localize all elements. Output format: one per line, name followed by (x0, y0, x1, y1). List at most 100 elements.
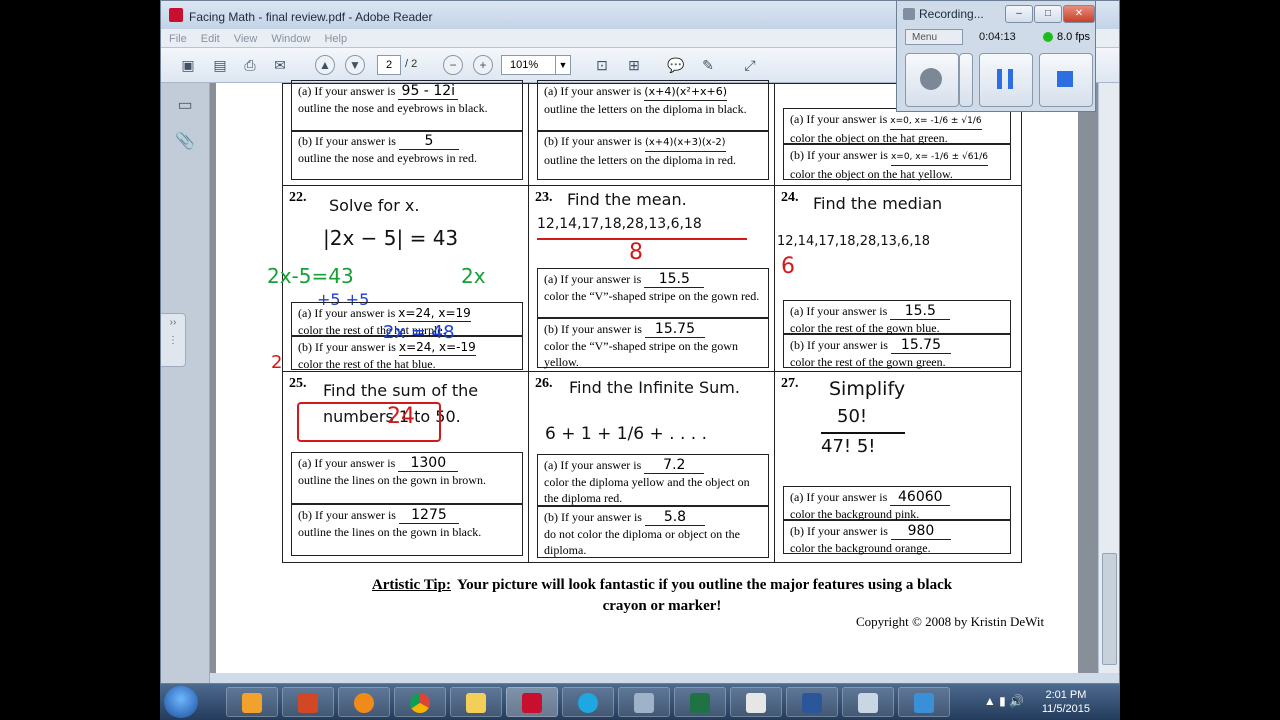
taskbar-powerpoint[interactable] (282, 687, 334, 717)
fit-width-icon[interactable]: ⊞ (623, 54, 645, 76)
menu-window[interactable]: Window (263, 31, 316, 45)
cell-26: 26. Find the Infinite Sum. 6 + 1 + 1/6 +… (529, 372, 775, 562)
cell-24: 24. Find the median 12,14,17,18,28,13,6,… (775, 186, 1021, 372)
page-number-input[interactable]: 2 (377, 55, 401, 75)
pdf-page: (a) If your answer is 95 - 12i outline th… (216, 80, 1078, 673)
option-a: (a) If your answer is x=0, x= -1/6 ± √1/… (783, 108, 1011, 145)
chevron-down-icon[interactable]: ▼ (555, 56, 570, 74)
option-desc: color the rest of the hat blue. (298, 357, 436, 371)
option-b: (b) If your answer is 15.75 color the res… (783, 334, 1011, 369)
taskbar-adobe-reader[interactable] (506, 687, 558, 717)
problem-number: 26. (535, 376, 553, 391)
media-player-icon (354, 693, 374, 713)
document-area: (a) If your answer is 95 - 12i outline th… (210, 80, 1100, 673)
artistic-tip: Artistic Tip: Your picture will look fant… (362, 575, 962, 617)
sign-icon[interactable]: ✎ (697, 54, 719, 76)
taskbar-snipping[interactable] (618, 687, 670, 717)
pause-icon (997, 69, 1013, 89)
taskbar-calculator[interactable] (842, 687, 894, 717)
option-desc: color the background pink. (790, 507, 920, 521)
next-page-button[interactable]: ▼ (345, 55, 365, 75)
minimize-button[interactable]: – (1005, 5, 1033, 23)
record-options-dropdown[interactable] (959, 53, 973, 107)
excel-icon (690, 693, 710, 713)
start-button[interactable] (164, 686, 198, 718)
taskbar-explorer[interactable] (450, 687, 502, 717)
vertical-scrollbar[interactable] (1098, 83, 1119, 673)
number-list: 12,14,17,18,28,13,6,18 (777, 234, 930, 249)
system-tray[interactable]: ▲ ▮ 🔊 (984, 694, 1024, 708)
answer-value: 5.8 (644, 509, 705, 526)
scrollbar-thumb[interactable] (1102, 553, 1117, 665)
number-list: 12,14,17,18,28,13,6,18 (537, 216, 702, 232)
pause-button[interactable] (979, 53, 1033, 107)
adobe-reader-icon (169, 8, 183, 22)
word-icon (802, 693, 822, 713)
problem-number: 22. (289, 190, 307, 205)
taskbar-recorder[interactable] (730, 687, 782, 717)
zoom-out-button[interactable]: − (443, 55, 463, 75)
option-desc: color the object on the hat green. (790, 131, 948, 145)
record-button[interactable] (905, 53, 959, 107)
taskbar-excel[interactable] (674, 687, 726, 717)
option-text: (a) If your answer is (298, 84, 396, 98)
option-text: (b) If your answer is (790, 338, 888, 352)
taskbar-word[interactable] (786, 687, 838, 717)
option-desc: color the rest of the gown green. (790, 355, 946, 369)
stop-button[interactable] (1039, 53, 1093, 107)
problem-number: 24. (781, 190, 799, 205)
taskbar-notes[interactable] (898, 687, 950, 717)
close-button[interactable]: ✕ (1063, 5, 1095, 23)
print-icon[interactable]: ⎙ (239, 54, 261, 76)
blue-annotation: 2x = 48 (383, 322, 455, 343)
zoom-select[interactable]: 101% ▼ (501, 55, 571, 75)
menu-edit[interactable]: Edit (193, 31, 226, 45)
clock-date: 11/5/2015 (1041, 703, 1090, 715)
menu-file[interactable]: File (161, 31, 193, 45)
option-b: (b) If your answer is 5.8 do not color th… (537, 506, 769, 558)
powerpoint-icon (298, 693, 318, 713)
pages-icon[interactable]: ▭ (175, 95, 195, 115)
previous-page-button[interactable]: ▲ (315, 55, 335, 75)
option-desc: color the rest of the gown blue. (790, 321, 940, 335)
option-desc: outline the lines on the gown in black. (298, 525, 482, 539)
recording-time: 0:04:13 (979, 31, 1016, 43)
create-pdf-icon[interactable]: ▣ (177, 54, 199, 76)
problem-number: 25. (289, 376, 307, 391)
maximize-button[interactable]: □ (1034, 5, 1062, 23)
stop-icon (1057, 71, 1073, 87)
option-b: (b) If your answer is (x+4)(x+3)(x-2) out… (537, 130, 769, 180)
fit-page-icon[interactable]: ⊡ (591, 54, 613, 76)
comment-icon[interactable]: 💬 (665, 54, 687, 76)
answer-value: 7.2 (644, 457, 705, 474)
option-text: (b) If your answer is (544, 134, 642, 148)
taskbar-outlook[interactable] (226, 687, 278, 717)
navigation-sidebar: ▭ 📎 ›› ⋮ (161, 83, 210, 683)
menu-view[interactable]: View (226, 31, 264, 45)
taskbar-internet-explorer[interactable] (562, 687, 614, 717)
fps-value: 8.0 fps (1057, 31, 1091, 43)
attachment-icon[interactable]: 📎 (175, 131, 195, 151)
option-text: (b) If your answer is (298, 134, 396, 148)
problem-number: 27. (781, 376, 799, 391)
option-text: (b) If your answer is (790, 148, 888, 162)
answer-value: (x+4)(x²+x+6) (644, 84, 728, 101)
menu-help[interactable]: Help (316, 31, 353, 45)
clock[interactable]: 2:01 PM 11/5/2015 (1042, 688, 1090, 716)
save-icon[interactable]: ▤ (209, 54, 231, 76)
cell-25: 25. Find the sum of the numbers 1 to 50.… (283, 372, 529, 562)
option-a: (a) If your answer is 7.2 color the diplo… (537, 454, 769, 506)
option-a: (a) If your answer is (x+4)(x²+x+6) outli… (537, 80, 769, 132)
cell-27: 27. Simplify 50! 47! 5! (a) If your answ… (775, 372, 1021, 562)
recorder-menu[interactable]: Menu (905, 29, 963, 45)
option-desc: color the “V”-shaped stripe on the gown … (544, 339, 738, 369)
taskbar-chrome[interactable] (394, 687, 446, 717)
expand-icon[interactable]: ⤢ (739, 54, 761, 76)
cell-22: 22. Solve for x. |2x − 5| = 43 2x-5=43 2… (267, 186, 529, 373)
panel-expand-tab[interactable]: ›› ⋮ (161, 313, 186, 367)
email-icon[interactable]: ✉ (269, 54, 291, 76)
answer-value: x=24, x=19 (398, 306, 471, 322)
taskbar-media-player[interactable] (338, 687, 390, 717)
zoom-in-button[interactable]: + (473, 55, 493, 75)
option-b: (b) If your answer is x=0, x= -1/6 ± √61… (783, 144, 1011, 181)
